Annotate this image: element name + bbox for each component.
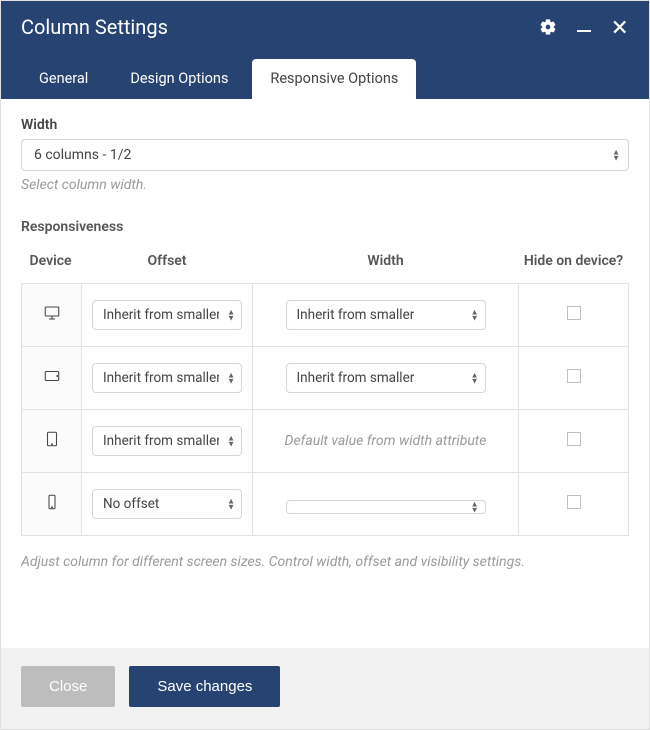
title-row: Column Settings [1, 1, 649, 47]
hide-checkbox[interactable] [567, 495, 581, 509]
table-row: Inherit from smaller ▲▼ Inherit from sma… [22, 347, 629, 410]
tab-responsive-options[interactable]: Responsive Options [252, 59, 416, 99]
minimize-icon[interactable] [575, 18, 593, 36]
col-hide: Hide on device? [519, 247, 629, 284]
width-helper: Select column width. [21, 177, 629, 193]
desktop-icon [43, 310, 61, 326]
phone-icon [43, 499, 61, 515]
col-device: Device [22, 247, 82, 284]
offset-select[interactable]: Inherit from smaller ▲▼ [92, 300, 242, 330]
caret-icon: ▲▼ [471, 373, 479, 384]
caret-icon: ▲▼ [227, 310, 235, 321]
caret-icon: ▲▼ [612, 150, 620, 161]
tablet-icon [43, 436, 61, 452]
tab-general[interactable]: General [21, 59, 106, 99]
caret-icon: ▲▼ [471, 501, 479, 512]
dialog-title: Column Settings [21, 15, 168, 39]
col-width: Width [253, 247, 519, 284]
width-cell-select[interactable]: Inherit from smaller ▲▼ [286, 363, 486, 393]
table-row: Inherit from smaller ▲▼ Default value fr… [22, 410, 629, 473]
column-settings-dialog: Column Settings General Design Options R… [0, 0, 650, 730]
hide-checkbox[interactable] [567, 369, 581, 383]
table-row: Inherit from smaller ▲▼ Inherit from sma… [22, 284, 629, 347]
dialog-body: Width 6 columns - 1/2 ▲▼ Select column w… [1, 99, 649, 648]
tab-design-options[interactable]: Design Options [112, 59, 246, 99]
width-select[interactable]: 6 columns - 1/2 ▲▼ [21, 139, 629, 171]
save-button[interactable]: Save changes [129, 666, 280, 707]
caret-icon: ▲▼ [227, 373, 235, 384]
close-icon[interactable] [611, 18, 629, 36]
tabs: General Design Options Responsive Option… [1, 47, 649, 99]
responsiveness-table: Device Offset Width Hide on device? [21, 247, 629, 536]
dialog-footer: Close Save changes [1, 648, 649, 729]
width-cell-select[interactable]: Inherit from smaller ▲▼ [286, 300, 486, 330]
caret-icon: ▲▼ [471, 310, 479, 321]
offset-select[interactable]: Inherit from smaller ▲▼ [92, 363, 242, 393]
responsiveness-helper: Adjust column for different screen sizes… [21, 554, 629, 584]
close-button[interactable]: Close [21, 666, 115, 707]
width-label: Width [21, 117, 629, 133]
tablet-landscape-icon [43, 373, 61, 389]
offset-select[interactable]: No offset ▲▼ [92, 489, 242, 519]
gear-icon[interactable] [539, 18, 557, 36]
dialog-header: Column Settings General Design Options R… [1, 1, 649, 99]
caret-icon: ▲▼ [227, 499, 235, 510]
dialog-actions [539, 18, 629, 36]
width-cell-select[interactable]: ▲▼ [286, 500, 486, 514]
caret-icon: ▲▼ [227, 436, 235, 447]
width-default-text: Default value from width attribute [285, 433, 487, 449]
table-row: No offset ▲▼ ▲▼ [22, 473, 629, 536]
responsiveness-label: Responsiveness [21, 219, 629, 235]
hide-checkbox[interactable] [567, 432, 581, 446]
offset-select[interactable]: Inherit from smaller ▲▼ [92, 426, 242, 456]
hide-checkbox[interactable] [567, 306, 581, 320]
col-offset: Offset [82, 247, 253, 284]
width-select-value: 6 columns - 1/2 [34, 147, 131, 163]
